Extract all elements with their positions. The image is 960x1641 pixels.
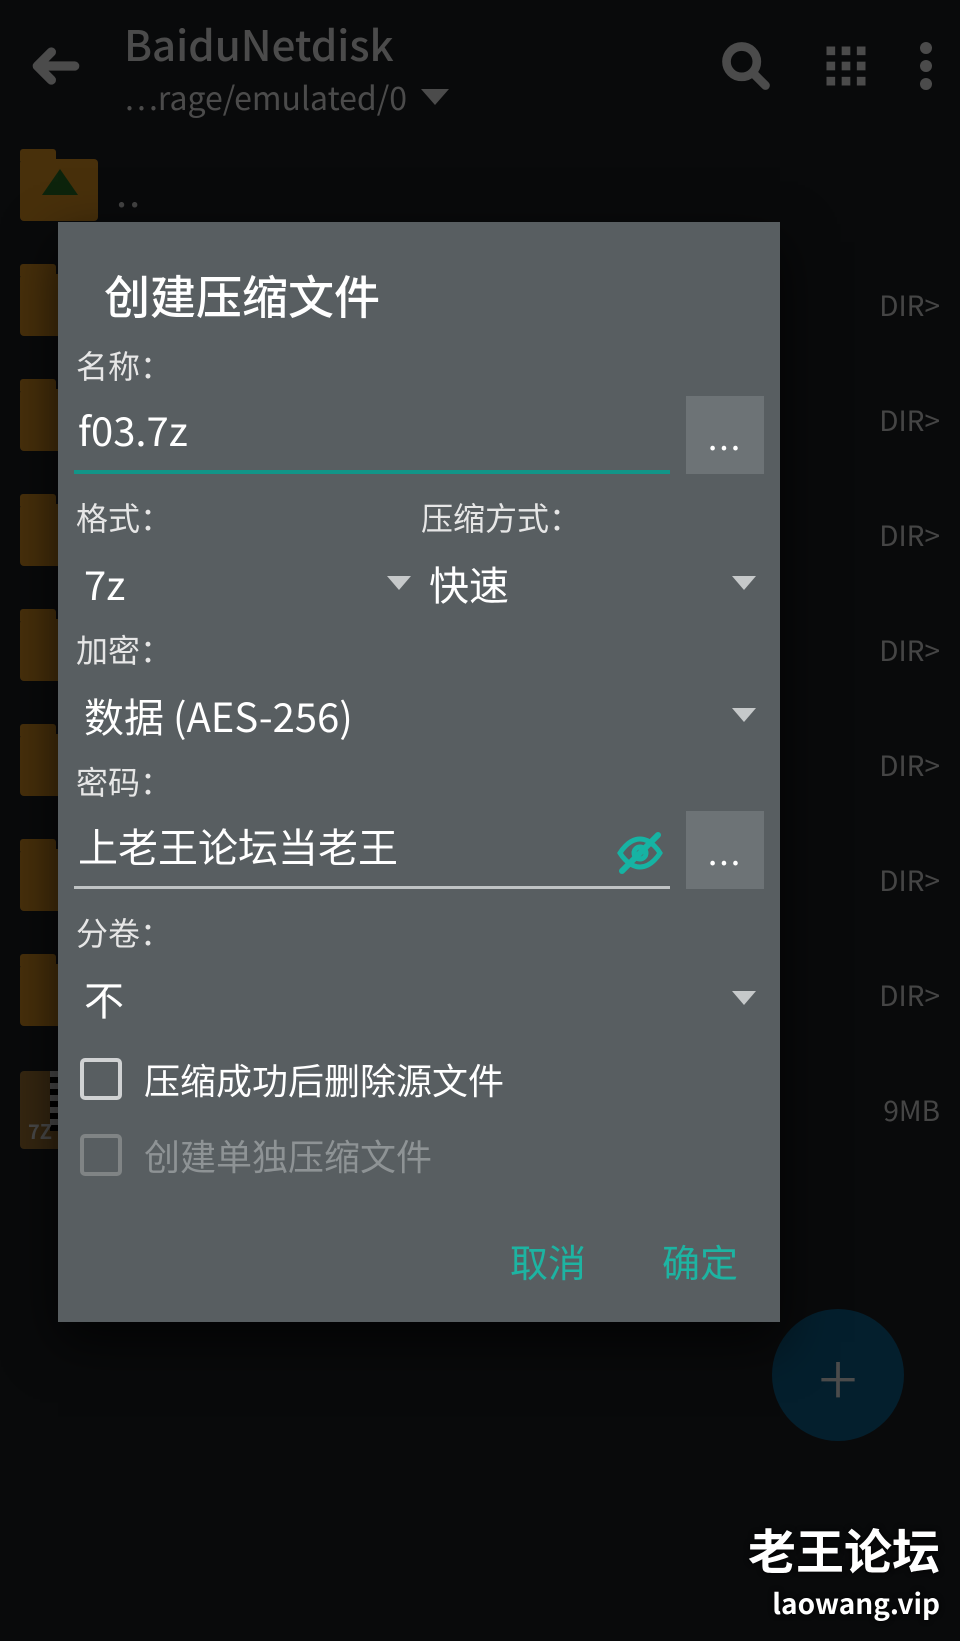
- separate-files-checkbox-row: 创建单独压缩文件: [74, 1117, 764, 1193]
- compression-method-dropdown[interactable]: 快速: [419, 546, 764, 626]
- volume-value: 不: [84, 969, 124, 1027]
- toggle-password-visibility-button[interactable]: [614, 827, 666, 879]
- compression-method-label: 压缩方式：: [419, 494, 764, 546]
- chevron-down-icon: [732, 576, 756, 590]
- password-input[interactable]: [74, 810, 670, 889]
- password-more-button[interactable]: ...: [686, 811, 764, 889]
- watermark-text-en: laowang.vip: [748, 1583, 940, 1623]
- eye-off-icon: [616, 829, 664, 877]
- watermark-text-cn: 老王论坛: [748, 1513, 940, 1583]
- browse-location-button[interactable]: ...: [686, 396, 764, 474]
- volume-dropdown[interactable]: 不: [74, 961, 764, 1041]
- checkbox-icon: [80, 1058, 122, 1100]
- dialog-actions: 取消 确定: [58, 1193, 780, 1322]
- archive-name-label: 名称：: [74, 342, 764, 394]
- delete-after-label: 压缩成功后删除源文件: [144, 1053, 504, 1105]
- volume-label: 分卷：: [74, 909, 764, 961]
- create-archive-dialog: 创建压缩文件 名称： ... 格式： 7z 压缩方式： 快速: [58, 222, 780, 1322]
- cancel-button[interactable]: 取消: [510, 1233, 586, 1288]
- chevron-down-icon: [387, 576, 411, 590]
- password-label: 密码：: [74, 758, 764, 810]
- chevron-down-icon: [732, 708, 756, 722]
- delete-after-checkbox-row[interactable]: 压缩成功后删除源文件: [74, 1041, 764, 1117]
- format-label: 格式：: [74, 494, 419, 546]
- confirm-button[interactable]: 确定: [662, 1233, 738, 1288]
- dialog-title: 创建压缩文件: [58, 262, 780, 328]
- chevron-down-icon: [732, 991, 756, 1005]
- encryption-dropdown[interactable]: 数据 (AES-256): [74, 678, 764, 758]
- encryption-label: 加密：: [74, 626, 764, 678]
- archive-name-input[interactable]: [74, 394, 670, 474]
- encryption-value: 数据 (AES-256): [84, 686, 353, 744]
- compression-method-value: 快速: [429, 554, 509, 612]
- format-dropdown[interactable]: 7z: [74, 546, 419, 626]
- separate-files-label: 创建单独压缩文件: [144, 1129, 432, 1181]
- checkbox-icon: [80, 1134, 122, 1176]
- watermark: 老王论坛 laowang.vip: [748, 1513, 940, 1623]
- format-value: 7z: [84, 554, 125, 612]
